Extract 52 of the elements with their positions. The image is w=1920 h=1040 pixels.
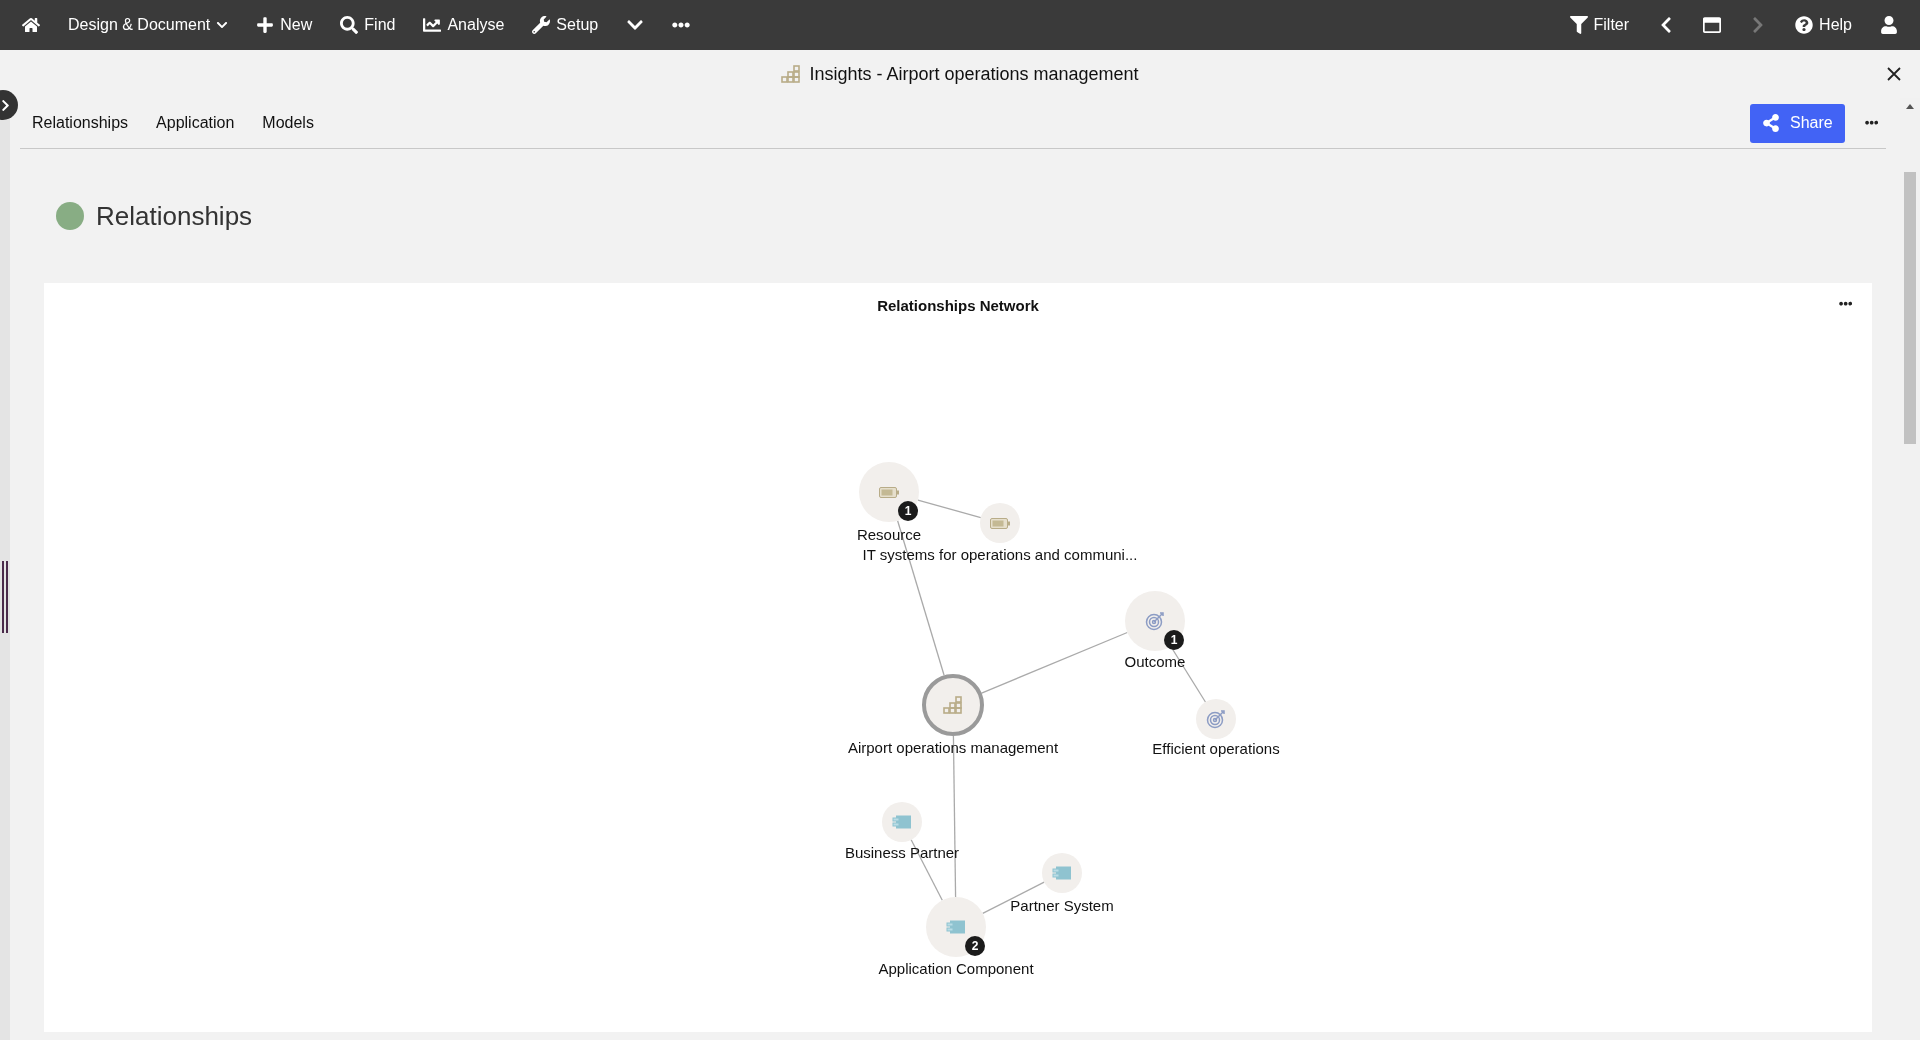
wrench-icon [532, 16, 551, 34]
tab[interactable]: Relationships [20, 106, 141, 140]
stairs-grid-icon [943, 696, 963, 714]
scroll-thumb[interactable] [1904, 172, 1916, 444]
line-chart-icon [423, 16, 442, 34]
node-label: Resource [856, 526, 922, 543]
node-label: Application Component [878, 960, 1034, 977]
node-label: Outcome [1124, 653, 1186, 670]
new-button[interactable]: New [244, 10, 325, 40]
search-icon [340, 16, 359, 34]
chevron-right-icon [0, 98, 12, 112]
help-button[interactable]: Help [1783, 10, 1864, 40]
network-node[interactable] [1196, 699, 1236, 739]
component-icon [1052, 866, 1072, 880]
component-icon [946, 920, 966, 934]
share-button[interactable]: Share [1749, 103, 1845, 143]
network-node[interactable] [882, 802, 922, 842]
analyse-button[interactable]: Analyse [411, 10, 517, 40]
help-icon [1795, 16, 1814, 34]
filter-icon [1569, 16, 1588, 34]
component-icon [892, 815, 912, 829]
setup-button[interactable]: Setup [520, 10, 611, 40]
filter-button[interactable]: Filter [1557, 10, 1642, 40]
node-label: IT systems for operations and communi... [862, 546, 1138, 563]
status-dot [56, 202, 84, 230]
find-button[interactable]: Find [328, 10, 408, 40]
card-title: Relationships Network [877, 297, 1039, 314]
count-badge: 2 [965, 936, 985, 956]
window-icon [1703, 16, 1722, 34]
chevron-down-icon [216, 19, 229, 31]
node-label: Business Partner [844, 844, 960, 861]
section-title: Relationships [96, 200, 253, 232]
node-label: Airport operations management [847, 739, 1059, 756]
stairs-grid-icon [781, 65, 802, 83]
node-label: Partner System [1010, 897, 1114, 914]
tab[interactable]: Models [250, 106, 326, 140]
plus-icon [256, 16, 275, 34]
battery-icon [990, 517, 1010, 529]
design-menu[interactable]: Design & Document [56, 10, 241, 40]
share-icon [1761, 114, 1780, 132]
tab[interactable]: Application [144, 106, 247, 140]
network-node[interactable] [1042, 853, 1082, 893]
resize-handle[interactable] [2, 561, 8, 633]
home-icon [22, 16, 40, 34]
user-icon [1880, 16, 1898, 34]
count-badge: 1 [898, 501, 918, 521]
window-title: Insights - Airport operations management [809, 63, 1139, 85]
network-node[interactable] [926, 897, 986, 957]
node-label: Efficient operations [1152, 740, 1280, 757]
battery-icon [879, 486, 899, 498]
network-node[interactable] [980, 503, 1020, 543]
count-badge: 1 [1164, 630, 1184, 650]
